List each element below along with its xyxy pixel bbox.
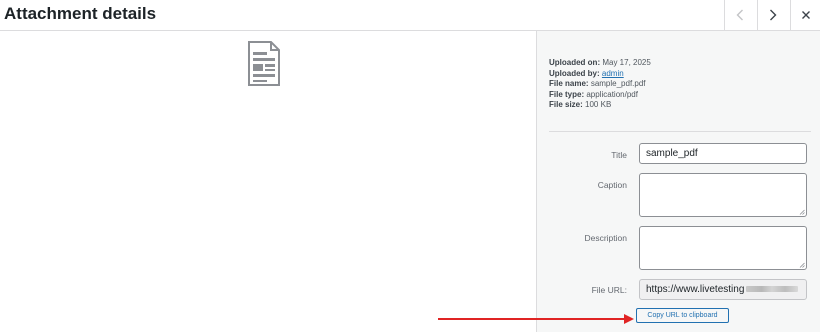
chevron-right-icon — [770, 9, 777, 21]
uploaded-on: Uploaded on: May 17, 2025 — [549, 58, 651, 67]
close-icon — [802, 11, 810, 19]
title-field[interactable]: sample_pdf — [639, 143, 807, 164]
file-name: File name: sample_pdf.pdf — [549, 79, 646, 88]
file-type: File type: application/pdf — [549, 89, 638, 99]
page-title: Attachment details — [4, 4, 157, 23]
attachment-sidebar: Uploaded on: May 17, 2025 Uploaded by: a… — [536, 31, 820, 332]
previous-button[interactable] — [724, 0, 755, 30]
document-icon — [248, 41, 280, 86]
title-label: Title — [611, 150, 627, 160]
resize-handle-icon[interactable] — [799, 262, 805, 268]
chevron-left-icon — [736, 9, 743, 21]
file-url-value: https://www.livetesting — [646, 284, 745, 295]
attachment-details-modal: Attachment details Uploaded on: May 17, … — [0, 0, 820, 332]
file-details: Uploaded on: May 17, 2025 Uploaded by: a… — [549, 58, 651, 111]
copy-url-button[interactable]: Copy URL to clipboard — [636, 308, 729, 323]
uploaded-by: Uploaded by: admin — [549, 68, 624, 78]
redacted-url-blur — [746, 286, 799, 293]
file-size: File size: 100 KB — [549, 100, 612, 109]
caption-field[interactable] — [639, 173, 807, 217]
description-field[interactable] — [639, 226, 807, 270]
details-divider — [549, 131, 811, 132]
resize-handle-icon[interactable] — [799, 209, 805, 215]
close-button[interactable] — [790, 0, 820, 30]
uploaded-by-link[interactable]: admin — [602, 69, 624, 78]
annotation-arrow-icon — [438, 314, 634, 324]
caption-label: Caption — [597, 180, 627, 190]
modal-header: Attachment details — [0, 0, 820, 31]
file-url-field[interactable]: https://www.livetesting — [639, 279, 807, 300]
next-button[interactable] — [757, 0, 788, 30]
file-url-label: File URL: — [591, 285, 627, 295]
attachment-preview — [0, 31, 536, 332]
description-label: Description — [584, 233, 627, 243]
